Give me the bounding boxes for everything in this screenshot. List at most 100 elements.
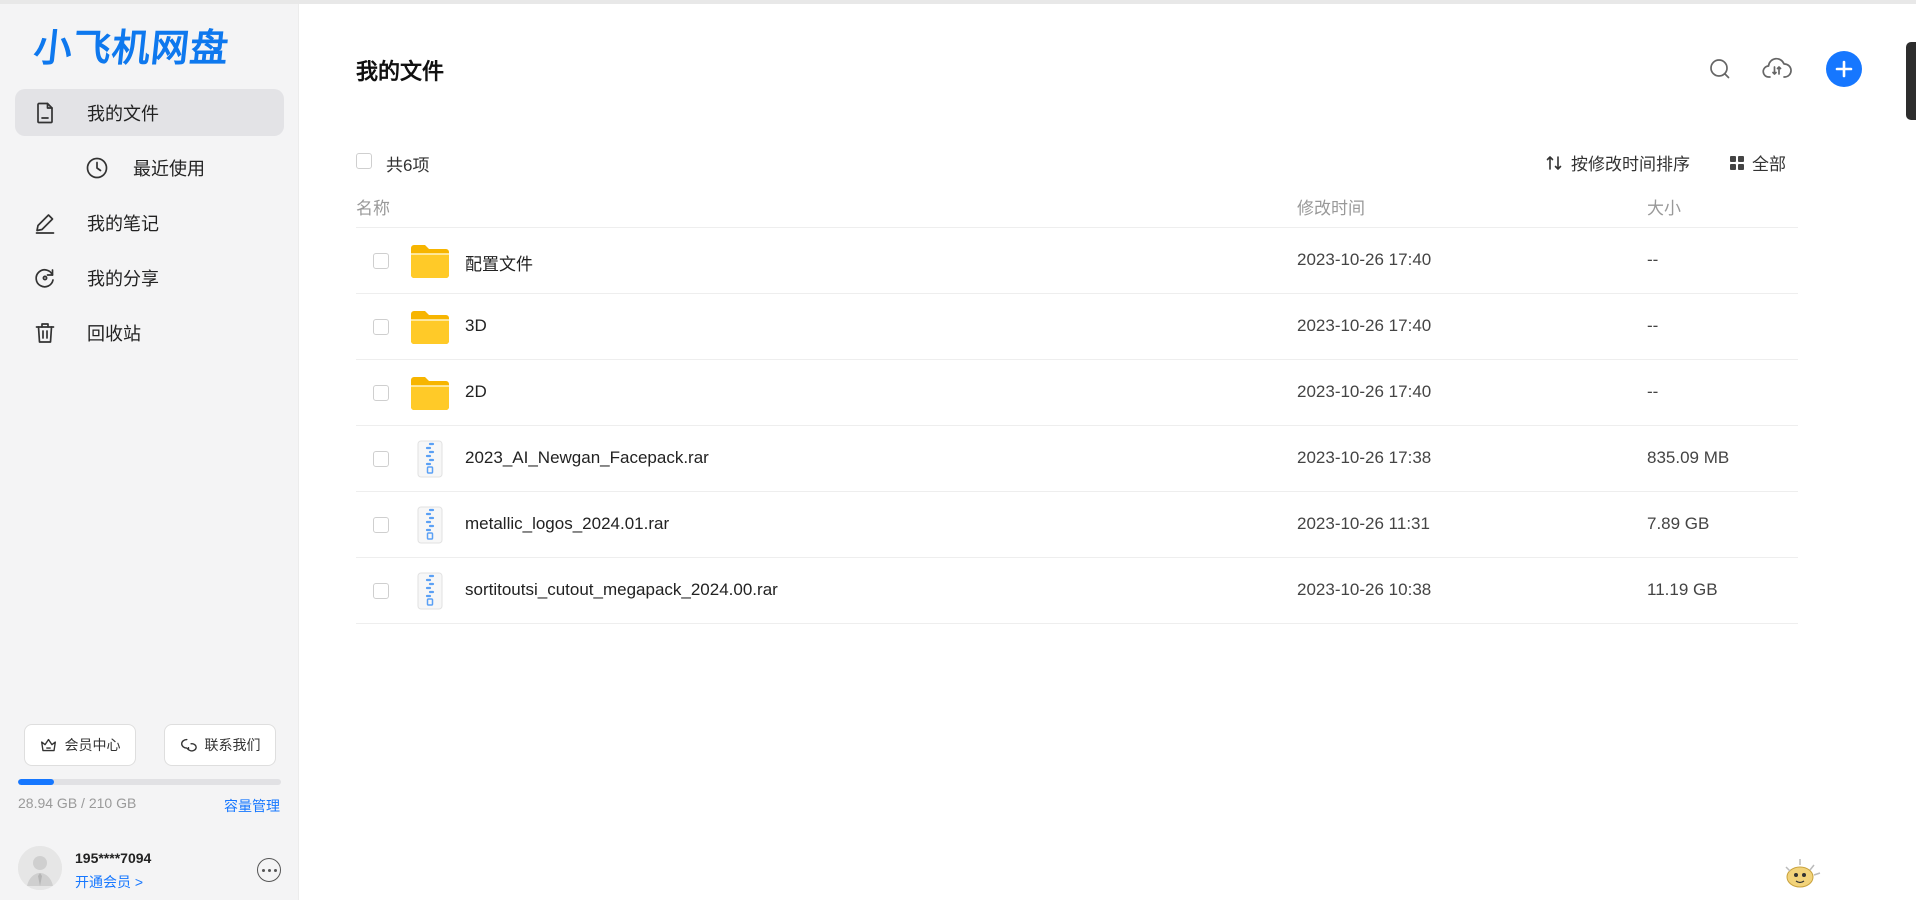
table-header: 名称 修改时间 大小 xyxy=(356,190,1798,228)
folder-icon xyxy=(411,377,449,410)
user-panel: 195****7094 开通会员 > xyxy=(18,844,281,894)
file-name[interactable]: 配置文件 xyxy=(465,250,533,275)
file-modified-date: 2023-10-26 17:40 xyxy=(1297,316,1432,335)
member-center-label: 会员中心 xyxy=(64,737,121,753)
table-row[interactable]: 2D 2023-10-26 17:40 -- xyxy=(356,360,1798,426)
sidebar-nav: 我的文件 最近使用 我的笔记 我的分享 回收站 xyxy=(15,89,284,364)
archive-file-icon xyxy=(417,440,443,478)
plus-icon xyxy=(1835,60,1853,78)
file-name[interactable]: sortitoutsi_cutout_megapack_2024.00.rar xyxy=(465,580,778,600)
ellipsis-dot xyxy=(261,868,265,872)
sort-button[interactable]: 按修改时间排序 xyxy=(1545,150,1690,175)
file-type-icon xyxy=(409,374,451,412)
sidebar-item-shares[interactable]: 我的分享 xyxy=(15,254,284,301)
row-checkbox[interactable] xyxy=(373,319,389,335)
sidebar-item-label: 我的分享 xyxy=(87,268,159,289)
sidebar-actions: 会员中心 联系我们 xyxy=(24,724,276,766)
file-table: 名称 修改时间 大小 配置文件 2023-10-26 17:40 -- 3D 2023-… xyxy=(356,190,1798,624)
sidebar-item-label: 我的文件 xyxy=(87,103,159,124)
file-type-icon xyxy=(409,308,451,346)
file-type-icon xyxy=(409,242,451,280)
sidebar-item-label: 我的笔记 xyxy=(87,213,159,234)
open-vip-link[interactable]: 开通会员 > xyxy=(75,872,143,892)
table-row[interactable]: 配置文件 2023-10-26 17:40 -- xyxy=(356,228,1798,294)
row-checkbox[interactable] xyxy=(373,451,389,467)
file-icon xyxy=(31,99,59,127)
mascot-icon[interactable] xyxy=(1780,855,1826,891)
file-size: 11.19 GB xyxy=(1647,580,1718,599)
select-all-checkbox[interactable] xyxy=(356,153,372,169)
archive-file-icon xyxy=(417,506,443,544)
contact-us-label: 联系我们 xyxy=(204,737,261,753)
sidebar: 小飞机网盘 我的文件 最近使用 我的笔记 我的分享 回收站 会员中心 联系我们 … xyxy=(0,4,299,900)
file-size: -- xyxy=(1647,316,1659,335)
storage-usage-text: 28.94 GB / 210 GB xyxy=(18,795,137,811)
user-name: 195****7094 xyxy=(75,850,152,866)
file-modified-date: 2023-10-26 17:40 xyxy=(1297,250,1432,269)
app-logo[interactable]: 小飞机网盘 xyxy=(32,26,232,70)
storage-progress-fill xyxy=(18,779,55,785)
item-count: 共6项 xyxy=(386,156,430,175)
file-type-icon xyxy=(409,572,451,610)
file-modified-date: 2023-10-26 17:38 xyxy=(1297,448,1432,467)
scroll-handle[interactable] xyxy=(1906,42,1916,120)
row-checkbox[interactable] xyxy=(373,517,389,533)
file-type-icon xyxy=(409,440,451,478)
file-name[interactable]: metallic_logos_2024.01.rar xyxy=(465,514,669,534)
share-icon xyxy=(31,264,59,292)
member-center-button[interactable]: 会员中心 xyxy=(24,724,136,766)
table-row[interactable]: sortitoutsi_cutout_megapack_2024.00.rar 2… xyxy=(356,558,1798,624)
sidebar-item-recent[interactable]: 最近使用 xyxy=(15,144,284,191)
pen-icon xyxy=(31,209,59,237)
column-header-name[interactable]: 名称 xyxy=(356,194,390,219)
row-checkbox[interactable] xyxy=(373,583,389,599)
trash-icon xyxy=(31,319,59,347)
archive-file-icon xyxy=(417,572,443,610)
table-row[interactable]: metallic_logos_2024.01.rar 2023-10-26 11:… xyxy=(356,492,1798,558)
view-filter-button[interactable]: 全部 xyxy=(1730,150,1786,175)
sidebar-item-notes[interactable]: 我的笔记 xyxy=(15,199,284,246)
column-header-date[interactable]: 修改时间 xyxy=(1297,194,1365,219)
file-size: 7.89 GB xyxy=(1647,514,1710,533)
column-header-size[interactable]: 大小 xyxy=(1647,194,1681,219)
capacity-manage-link[interactable]: 容量管理 xyxy=(224,796,280,816)
file-name[interactable]: 2D xyxy=(465,382,487,402)
add-button[interactable] xyxy=(1826,51,1862,87)
search-button[interactable] xyxy=(1703,52,1737,86)
page-title: 我的文件 xyxy=(356,59,445,84)
ellipsis-dot xyxy=(267,868,271,872)
sidebar-item-trash[interactable]: 回收站 xyxy=(15,309,284,356)
cloud-transfer-icon xyxy=(1762,57,1792,78)
table-row[interactable]: 3D 2023-10-26 17:40 -- xyxy=(356,294,1798,360)
sidebar-item-my-files[interactable]: 我的文件 xyxy=(15,89,284,136)
contact-us-button[interactable]: 联系我们 xyxy=(164,724,276,766)
avatar[interactable] xyxy=(18,846,62,890)
table-row[interactable]: 2023_AI_Newgan_Facepack.rar 2023-10-26 17… xyxy=(356,426,1798,492)
file-size: -- xyxy=(1647,382,1659,401)
more-options-button[interactable] xyxy=(257,858,281,882)
chat-icon xyxy=(180,738,197,752)
folder-icon xyxy=(411,311,449,344)
view-filter-label: 全部 xyxy=(1752,155,1786,174)
file-size: -- xyxy=(1647,250,1659,269)
cloud-transfer-button[interactable] xyxy=(1760,52,1794,86)
crown-icon xyxy=(40,738,56,751)
file-size: 835.09 MB xyxy=(1647,448,1730,467)
ellipsis-dot xyxy=(273,868,277,872)
search-icon xyxy=(1710,59,1730,79)
file-toolbar: 共6项 按修改时间排序 全部 xyxy=(356,150,1798,175)
file-modified-date: 2023-10-26 17:40 xyxy=(1297,382,1432,401)
table-body: 配置文件 2023-10-26 17:40 -- 3D 2023-10-26 17:40… xyxy=(356,228,1798,624)
storage-progress-bar xyxy=(18,779,281,785)
file-name[interactable]: 2023_AI_Newgan_Facepack.rar xyxy=(465,448,709,468)
row-checkbox[interactable] xyxy=(373,385,389,401)
clock-icon xyxy=(83,154,111,182)
grid-icon xyxy=(1730,155,1744,170)
file-name[interactable]: 3D xyxy=(465,316,487,336)
sidebar-item-label: 回收站 xyxy=(87,323,141,344)
row-checkbox[interactable] xyxy=(373,253,389,269)
file-modified-date: 2023-10-26 10:38 xyxy=(1297,580,1432,599)
sort-icon xyxy=(1546,155,1562,170)
file-type-icon xyxy=(409,506,451,544)
file-modified-date: 2023-10-26 11:31 xyxy=(1297,514,1430,533)
